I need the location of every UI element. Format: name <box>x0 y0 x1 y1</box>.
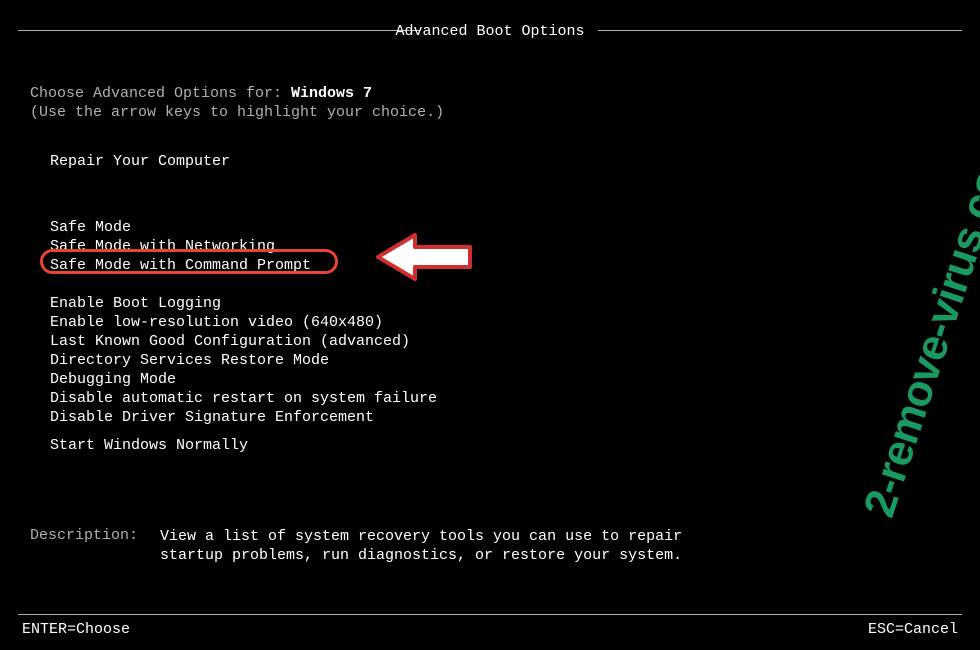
menu-item-debugging[interactable]: Debugging Mode <box>50 370 437 389</box>
menu-item-last-known-good[interactable]: Last Known Good Configuration (advanced) <box>50 332 437 351</box>
esc-hint: ESC=Cancel <box>868 621 958 638</box>
menu-item-repair-computer[interactable]: Repair Your Computer <box>50 152 230 171</box>
prompt-line: Choose Advanced Options for: Windows 7 <box>30 85 372 102</box>
description-line-2: startup problems, run diagnostics, or re… <box>160 546 682 565</box>
menu-group-safe-mode: Safe Mode Safe Mode with Networking Safe… <box>50 218 311 275</box>
menu-item-disable-auto-restart[interactable]: Disable automatic restart on system fail… <box>50 389 437 408</box>
menu-group-advanced: Enable Boot Logging Enable low-resolutio… <box>50 294 437 427</box>
menu-item-safe-mode-command-prompt[interactable]: Safe Mode with Command Prompt <box>50 256 311 275</box>
pointer-arrow-icon <box>370 217 480 287</box>
title-rule-left <box>18 30 420 31</box>
description-text: View a list of system recovery tools you… <box>160 527 682 565</box>
menu-item-safe-mode-networking[interactable]: Safe Mode with Networking <box>50 237 311 256</box>
description-line-1: View a list of system recovery tools you… <box>160 527 682 546</box>
title-rule-right <box>598 30 962 31</box>
menu-item-start-normally[interactable]: Start Windows Normally <box>50 436 248 455</box>
os-name: Windows 7 <box>291 85 372 102</box>
menu-item-boot-logging[interactable]: Enable Boot Logging <box>50 294 437 313</box>
prompt-prefix: Choose Advanced Options for: <box>30 85 291 102</box>
menu-item-disable-driver-sig[interactable]: Disable Driver Signature Enforcement <box>50 408 437 427</box>
page-title: Advanced Boot Options <box>395 23 584 40</box>
menu-item-safe-mode[interactable]: Safe Mode <box>50 218 311 237</box>
description-label: Description: <box>30 527 138 544</box>
watermark: 2-remove-virus.com <box>854 127 980 523</box>
menu-group-normal: Start Windows Normally <box>50 436 248 455</box>
footer-rule <box>18 614 962 615</box>
enter-hint: ENTER=Choose <box>22 621 130 638</box>
instructions: (Use the arrow keys to highlight your ch… <box>30 104 444 121</box>
boot-options-screen: Advanced Boot Options Choose Advanced Op… <box>0 0 980 650</box>
menu-item-low-res-video[interactable]: Enable low-resolution video (640x480) <box>50 313 437 332</box>
menu-item-ds-restore[interactable]: Directory Services Restore Mode <box>50 351 437 370</box>
